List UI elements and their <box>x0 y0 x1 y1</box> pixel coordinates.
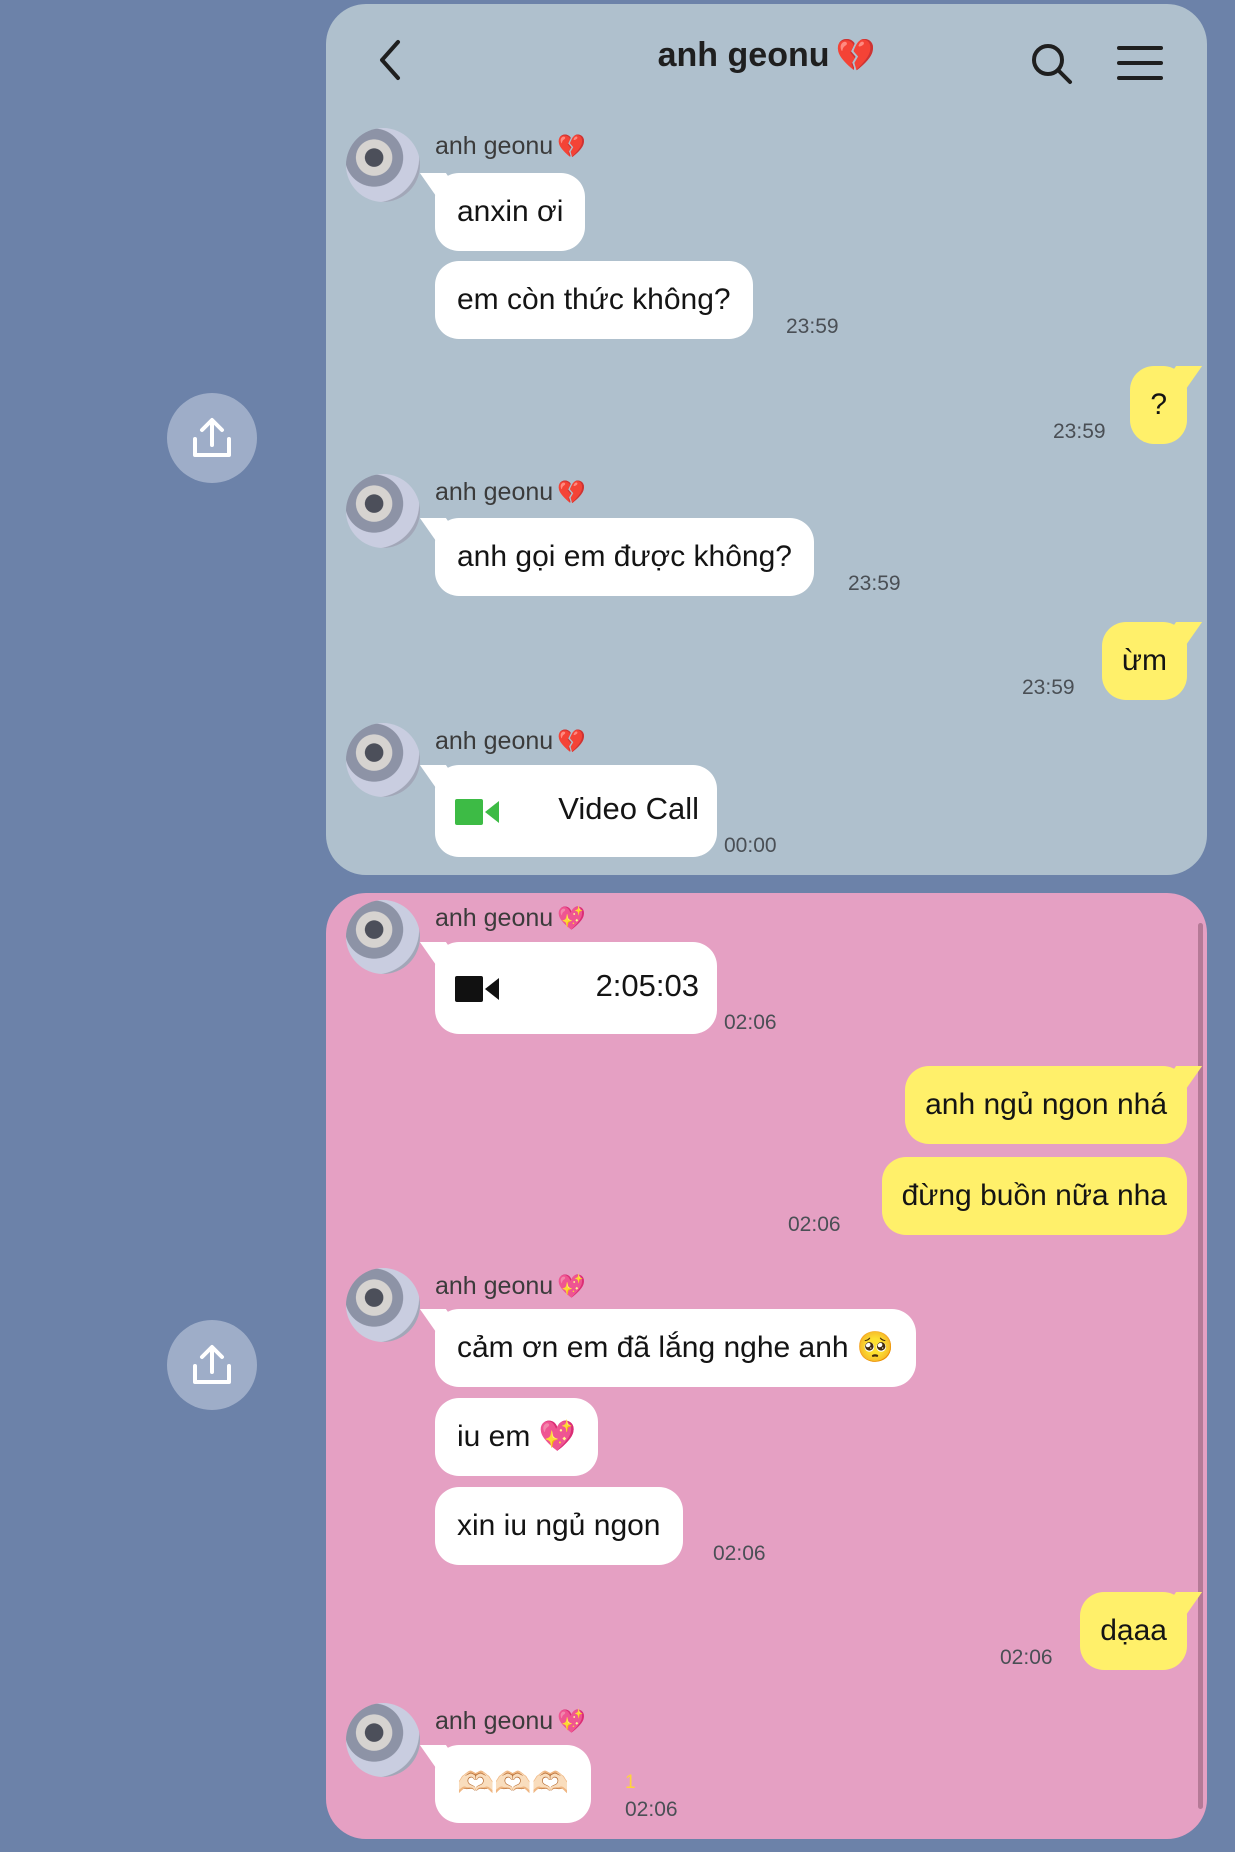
scrollbar[interactable] <box>1198 923 1203 1809</box>
sender-name: anh geonu 💔 <box>435 727 586 755</box>
timestamp: 02:06 <box>713 1542 766 1565</box>
call-label: Video Call <box>558 791 699 826</box>
share-button-1[interactable] <box>167 393 257 483</box>
video-call-bubble[interactable]: 2:05:03 <box>435 942 717 1034</box>
avatar[interactable] <box>346 723 420 797</box>
share-upload-icon <box>193 418 231 457</box>
timestamp: 02:06 <box>1000 1646 1053 1669</box>
sender-name: anh geonu 💔 <box>435 132 586 160</box>
unread-count: 1 <box>625 1772 636 1793</box>
sender-name: anh geonu 💖 <box>435 1272 586 1300</box>
message-bubble[interactable]: cảm ơn em đã lắng nghe anh 🥺 <box>435 1309 917 1387</box>
message-bubble-outgoing[interactable]: ừm <box>1101 622 1187 700</box>
broken-heart-icon: 💔 <box>835 37 876 73</box>
message-bubble[interactable]: anxin ơi <box>435 173 586 251</box>
avatar[interactable] <box>346 900 420 974</box>
sender-name: anh geonu 💖 <box>435 1707 586 1735</box>
message-bubble[interactable]: iu em 💖 <box>435 1398 599 1476</box>
search-icon <box>1032 44 1072 84</box>
video-camera-icon <box>455 799 499 825</box>
message-bubble[interactable]: em còn thức không? <box>435 261 753 339</box>
video-call-bubble[interactable]: Video Call <box>435 765 717 857</box>
search-button[interactable] <box>1030 42 1074 91</box>
timestamp: 23:59 <box>848 572 901 595</box>
video-camera-icon <box>455 976 499 1002</box>
share-button-2[interactable] <box>167 1320 257 1410</box>
message-bubble[interactable]: xin iu ngủ ngon <box>435 1487 683 1565</box>
timestamp: 02:06 <box>625 1798 678 1821</box>
call-duration: 2:05:03 <box>595 968 699 1003</box>
chat-title-text: anh geonu <box>657 36 830 74</box>
message-bubble-outgoing[interactable]: ? <box>1130 366 1187 444</box>
avatar[interactable] <box>346 128 420 202</box>
share-upload-icon <box>193 1345 231 1384</box>
timestamp: 02:06 <box>724 1011 777 1034</box>
timestamp: 00:00 <box>724 834 777 857</box>
menu-button[interactable] <box>1117 44 1163 87</box>
sender-name: anh geonu 💔 <box>435 478 586 506</box>
chat-screenshot-1: anh geonu 💔 anh geonu 💔 anxin ơi em còn th… <box>326 4 1207 875</box>
message-bubble-outgoing[interactable]: đừng buồn nữa nha <box>881 1157 1187 1235</box>
timestamp: 23:59 <box>786 315 839 338</box>
message-bubble[interactable]: 🫶🏻🫶🏻🫶🏻 <box>435 1745 592 1823</box>
timestamp: 23:59 <box>1022 676 1075 699</box>
avatar[interactable] <box>346 474 420 548</box>
timestamp: 02:06 <box>788 1213 841 1236</box>
chat-title: anh geonu 💔 <box>326 36 1207 75</box>
avatar[interactable] <box>346 1268 420 1342</box>
message-bubble-outgoing[interactable]: dạaa <box>1080 1592 1187 1670</box>
chat-screenshot-2: anh geonu 💖 2:05:03 02:06 anh ngủ ngon nh… <box>326 893 1207 1839</box>
timestamp: 23:59 <box>1053 420 1106 443</box>
message-bubble-outgoing[interactable]: anh ngủ ngon nhá <box>905 1066 1187 1144</box>
hamburger-menu-icon <box>1117 46 1163 80</box>
sender-name: anh geonu 💖 <box>435 904 586 932</box>
message-bubble[interactable]: anh gọi em được không? <box>435 518 814 596</box>
avatar[interactable] <box>346 1703 420 1777</box>
